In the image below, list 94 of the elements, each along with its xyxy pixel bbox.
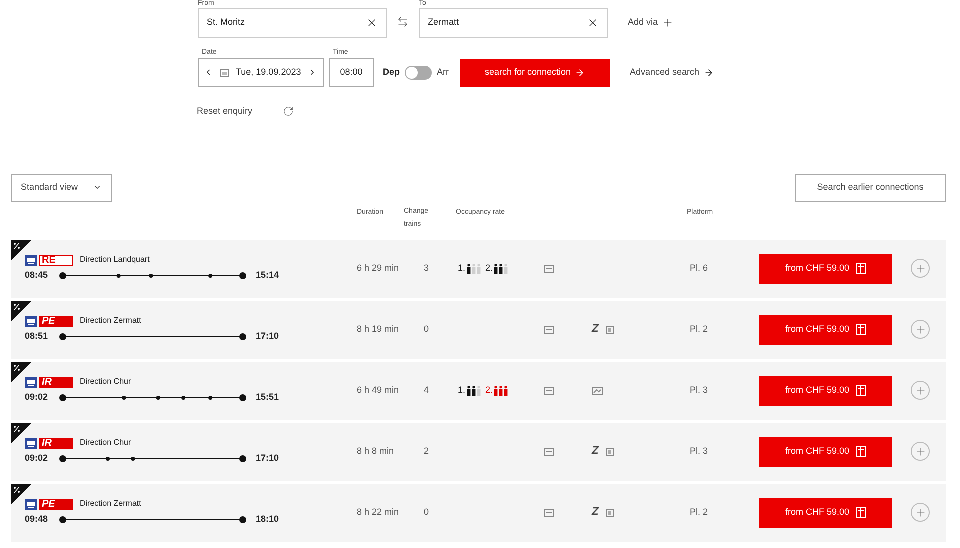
ticket-icon [856,507,866,518]
departure-time: 08:51 [25,330,50,344]
platform-text: Pl. 2 [690,322,710,336]
changes-count: 3 [424,262,430,275]
platform-text: Pl. 2 [690,506,710,519]
price-button[interactable]: from CHF 59.00 [759,376,892,406]
changes-count: 0 [424,322,430,336]
train-category-badge: PE [39,498,73,510]
arrival-time: 15:14 [256,269,280,282]
dep-arr-toggle[interactable] [405,66,432,80]
arrival-time: 18:10 [256,513,280,526]
plus-icon [914,506,926,518]
direction-text: Direction Chur [80,376,132,388]
ticket-icon [856,446,866,457]
arrival-label: Arr [437,66,450,79]
from-field[interactable]: St. Moritz [198,8,387,38]
departure-time: 09:02 [25,452,50,466]
departure-time: 09:48 [25,513,50,526]
arrow-right-icon[interactable] [704,68,714,78]
plus-icon[interactable] [662,17,674,29]
ticket-icon [856,324,866,335]
direction-text: Direction Zermatt [80,315,142,328]
square-icon [606,508,614,516]
train-icon [25,316,37,327]
search-button[interactable]: search for connection [460,59,610,87]
duration-text: 8 h 22 min [357,506,400,519]
card-icon [544,326,554,334]
duration-text: 6 h 49 min [357,384,400,397]
reset-enquiry-link[interactable]: Reset enquiry [197,105,253,118]
card-icon [544,448,554,456]
direction-text: Direction Chur [80,437,132,450]
clear-icon[interactable] [366,17,378,29]
train-icon [25,376,37,388]
class-label: 1. [458,384,466,397]
clear-icon[interactable] [587,17,599,29]
train-category-badge: PE [39,316,73,327]
departure-time: 08:45 [25,269,50,282]
add-via-link[interactable]: Add via [628,16,658,30]
to-field[interactable]: Zermatt [419,8,608,38]
price-button[interactable]: from CHF 59.00 [759,498,892,528]
ticket-icon [856,385,866,396]
price-button[interactable]: from CHF 59.00 [759,436,892,466]
previous-day-icon[interactable] [204,68,213,77]
z-symbol: Z [592,322,599,338]
calendar-icon [220,68,229,76]
train-icon [25,498,37,510]
arrival-time: 17:10 [256,452,280,466]
class-label: 1. [458,262,466,275]
train-icon [25,438,37,449]
platform-text: Pl. 6 [690,262,710,275]
train-category-badge: IR [39,438,73,449]
changes-count: 2 [424,444,430,458]
card-icon [544,508,554,516]
price-button[interactable]: from CHF 59.00 [759,254,892,284]
date-field[interactable]: Tue, 19.09.2023 [198,58,324,87]
card-icon [544,386,554,394]
advanced-search-link[interactable]: Advanced search [630,66,700,80]
screen-icon [592,386,603,394]
square-icon [606,448,614,456]
duration-text: 8 h 19 min [357,322,400,336]
arrival-time: 15:51 [256,391,280,404]
z-symbol: Z [592,505,599,520]
z-symbol: Z [592,444,599,460]
plus-icon [914,446,926,458]
departure-time: 09:02 [25,391,50,404]
train-category-badge: RE [39,254,73,266]
earlier-connections-button[interactable]: Search earlier connections [795,174,946,202]
platform-text: Pl. 3 [690,444,710,458]
price-button[interactable]: from CHF 59.00 [759,314,892,344]
ticket-icon [856,263,866,274]
duration-text: 6 h 29 min [357,262,400,275]
changes-count: 0 [424,506,430,519]
refresh-icon[interactable] [282,106,294,118]
train-category-badge: IR [39,376,73,388]
duration-text: 8 h 8 min [357,444,396,458]
plus-icon [914,262,926,274]
plus-icon [914,384,926,396]
plus-icon [914,324,926,336]
card-icon [544,264,554,272]
platform-text: Pl. 3 [690,384,710,397]
arrival-time: 17:10 [256,330,280,344]
direction-text: Direction Zermatt [80,498,142,510]
time-field[interactable]: 08:00 [329,58,374,87]
changes-count: 4 [424,384,430,397]
departure-label: Dep [383,66,400,79]
class-label: 2. [486,262,494,275]
swap-icon[interactable] [397,16,409,28]
square-icon [606,326,614,334]
class-label: 2. [486,384,494,397]
arrow-right-icon [575,68,586,78]
chevron-down-icon [93,183,102,192]
train-icon [25,254,37,266]
view-dropdown[interactable]: Standard view [11,174,112,202]
direction-text: Direction Landquart [80,254,150,266]
